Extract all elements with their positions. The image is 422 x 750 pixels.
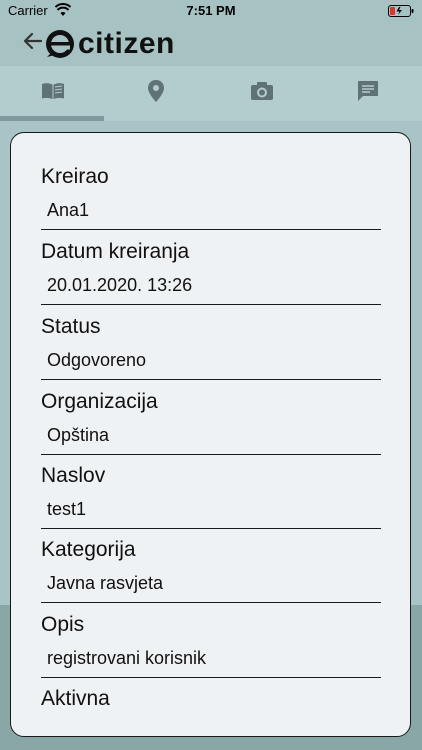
- field-opis: Opis registrovani korisnik: [41, 611, 381, 678]
- ecitizen-logo: citizen: [45, 24, 175, 64]
- field-divider: [41, 602, 381, 603]
- field-value: Ana1: [47, 200, 90, 220]
- field-divider: [41, 379, 381, 380]
- field-organizacija: Organizacija Opština: [41, 388, 381, 455]
- field-label: Organizacija: [41, 390, 158, 413]
- tab-indicator: [0, 116, 104, 121]
- logo-text: citizen: [78, 27, 175, 60]
- status-bar: Carrier 7:51 PM: [0, 0, 422, 22]
- field-label: Kategorija: [41, 538, 136, 561]
- field-label: Status: [41, 315, 101, 338]
- field-value: registrovani korisnik: [47, 648, 207, 668]
- field-divider: [41, 454, 381, 455]
- field-status: Status Odgovoreno: [41, 313, 381, 380]
- field-divider: [41, 677, 381, 678]
- tab-book-icon[interactable]: [40, 78, 66, 104]
- field-divider: [41, 304, 381, 305]
- tab-location-pin-icon[interactable]: [143, 78, 169, 104]
- field-kategorija: Kategorija Javna rasvjeta: [41, 536, 381, 603]
- logo-e-icon: [46, 30, 74, 58]
- field-label: Naslov: [41, 464, 106, 487]
- field-value: test1: [47, 499, 87, 519]
- field-aktivna: Aktivna: [41, 685, 381, 713]
- status-time: 7:51 PM: [186, 3, 236, 18]
- battery-icon: [388, 5, 414, 17]
- field-value: Javna rasvjeta: [47, 573, 164, 593]
- field-label: Kreirao: [41, 165, 109, 188]
- field-label: Aktivna: [41, 687, 110, 710]
- field-value: 20.01.2020. 13:26: [47, 275, 193, 295]
- field-label: Opis: [41, 613, 85, 636]
- field-kreirao: Kreirao Ana1: [41, 163, 381, 230]
- details-card: Kreirao Ana1 Datum kreiranja 20.01.2020.…: [10, 132, 411, 737]
- field-datum-kreiranja: Datum kreiranja 20.01.2020. 13:26: [41, 238, 381, 305]
- tab-camera-icon[interactable]: [249, 78, 275, 104]
- field-divider: [41, 528, 381, 529]
- field-label: Datum kreiranja: [41, 240, 190, 263]
- field-divider: [41, 229, 381, 230]
- field-value: Opština: [47, 425, 110, 445]
- field-value: Odgovoreno: [47, 350, 147, 370]
- field-naslov: Naslov test1: [41, 462, 381, 529]
- tab-comment-icon[interactable]: [355, 78, 381, 104]
- back-arrow-icon[interactable]: [22, 30, 44, 52]
